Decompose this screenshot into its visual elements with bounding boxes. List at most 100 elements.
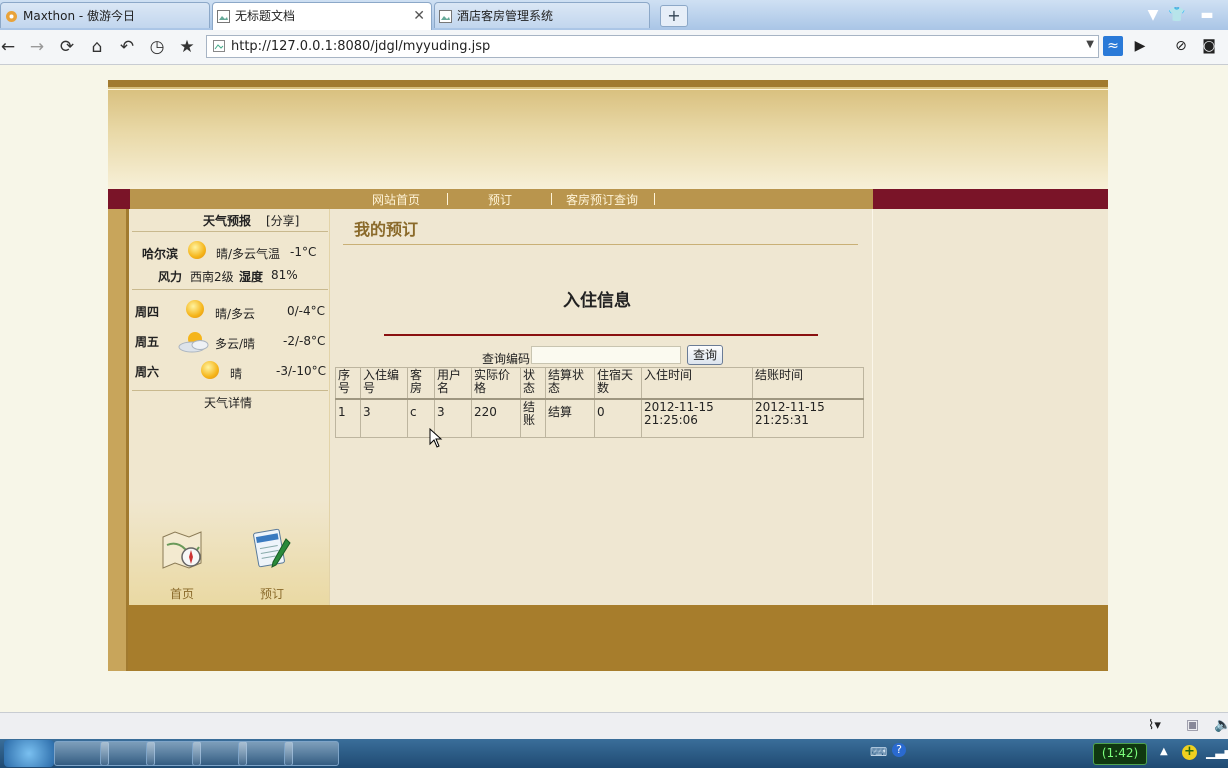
weather-city: 哈尔滨 (142, 247, 179, 261)
url-dropdown-icon[interactable]: ▼ (1086, 39, 1094, 50)
weather-day-desc: 晴/多云 (215, 307, 256, 321)
signal-icon[interactable]: ▁▃▅ (1206, 745, 1228, 759)
new-tab-button[interactable]: + (660, 5, 688, 27)
back-arrow-icon[interactable]: ← (0, 35, 20, 59)
taskbar-clock: (1:42) (1093, 743, 1147, 765)
page-icon (213, 40, 225, 52)
shirt-skin-icon[interactable]: 👕 (1166, 4, 1188, 26)
tab-label: 无标题文档 (235, 9, 296, 23)
help-icon[interactable]: ? (892, 743, 906, 757)
tab-maxthon[interactable]: Maxthon - 傲游今日 (0, 2, 210, 28)
mouse-cursor-icon (429, 428, 443, 448)
notepad-pen-icon[interactable] (248, 525, 296, 573)
column-header: 结账时间 (752, 367, 864, 400)
rss-wave-icon[interactable]: ≈ (1103, 36, 1123, 56)
table-cell: 220 (471, 398, 521, 438)
weather-today-temp: -1°C (290, 245, 317, 259)
tab-label: 酒店客房管理系统 (457, 9, 554, 23)
block-icon[interactable]: ⊘ (1170, 35, 1192, 57)
column-header: 入住时间 (641, 367, 753, 400)
forward-arrow-icon[interactable]: → (25, 35, 49, 59)
browser-status-bar (0, 712, 1228, 740)
content-right-divider (872, 209, 873, 605)
weather-title: 天气预报 (203, 214, 252, 228)
activity-graph-icon[interactable]: ⌇▾ (1148, 718, 1161, 733)
screenshot-icon[interactable]: ▣ (1186, 717, 1199, 733)
table-cell: 3 (360, 398, 408, 438)
table-cell: 2012-11-15 21:25:06 (641, 398, 753, 438)
weather-day-desc: 多云/晴 (215, 337, 256, 351)
query-button[interactable]: 查询 (687, 345, 723, 365)
column-header: 状态 (520, 367, 546, 400)
table-cell: 结账 (520, 398, 546, 438)
column-header: 入住编号 (360, 367, 408, 400)
table-header-row: 序号 入住编号 客房 用户名 实际价格 状态 结算状态 住宿天数 入住时间 结账… (335, 367, 864, 400)
column-header: 客房 (407, 367, 435, 400)
column-header: 实际价格 (471, 367, 521, 400)
weather-day-temp: -2/-8°C (283, 334, 326, 348)
undo-icon[interactable]: ↶ (115, 35, 139, 59)
menu-item-booking-query[interactable]: 客房预订查询 (566, 190, 638, 210)
title-underline (343, 244, 858, 245)
camera-icon[interactable]: ◙ (1198, 35, 1220, 57)
weather-today-desc: 晴/多云气温 (216, 247, 281, 261)
column-header: 用户名 (434, 367, 472, 400)
history-clock-icon[interactable]: ◷ (145, 35, 169, 59)
home-icon[interactable]: ⌂ (85, 35, 109, 59)
weather-wind-value: 西南2级 (190, 270, 234, 284)
tab-untitled[interactable]: 无标题文档 ✕ (212, 2, 432, 30)
weather-share-link[interactable]: [分享] (266, 212, 299, 229)
favorite-star-icon[interactable]: ★ (175, 35, 199, 59)
map-compass-icon[interactable] (159, 527, 207, 575)
weather-details-link[interactable]: 天气详情 (204, 394, 252, 411)
keyboard-icon[interactable]: ⌨ (870, 745, 887, 759)
taskbar-eclipse-icon[interactable] (284, 741, 339, 766)
refresh-icon[interactable]: ⟳ (55, 35, 79, 59)
sidebar-divider (329, 209, 330, 605)
weather-divider (132, 390, 328, 391)
tab-label: Maxthon - 傲游今日 (23, 9, 136, 23)
address-bar[interactable]: http://127.0.0.1:8080/jdgl/myyuding.jsp … (206, 35, 1099, 58)
header-top-strip (108, 80, 1108, 87)
table-cell: 0 (594, 398, 642, 438)
minimize-icon[interactable]: ▬ (1196, 4, 1218, 26)
start-button[interactable] (4, 740, 54, 767)
sun-icon (188, 241, 206, 259)
weather-day: 周五 (135, 335, 160, 349)
sun-icon (186, 300, 204, 318)
tray-expand-icon[interactable]: ▲ (1160, 746, 1168, 757)
menu-separator (447, 193, 448, 205)
menu-item-home[interactable]: 网站首页 (372, 190, 420, 210)
tray-add-icon[interactable]: + (1182, 745, 1197, 760)
query-code-input[interactable] (531, 346, 681, 364)
section-title: 入住信息 (563, 291, 631, 311)
page-title: 我的预订 (354, 220, 419, 239)
table-cell: 1 (335, 398, 361, 438)
weather-day: 周六 (135, 365, 160, 379)
maxthon-gear-icon (6, 11, 17, 22)
bottom-link-home[interactable]: 首页 (170, 585, 194, 602)
page-image-icon (217, 10, 230, 23)
url-text: http://127.0.0.1:8080/jdgl/myyuding.jsp (231, 39, 491, 54)
bottom-link-booking[interactable]: 预订 (260, 585, 284, 602)
go-play-icon[interactable]: ▶ (1129, 35, 1151, 57)
menu-item-booking[interactable]: 预订 (488, 190, 512, 210)
page-image-icon (439, 10, 452, 23)
menu-separator (654, 193, 655, 205)
sun-icon (201, 361, 219, 379)
column-header: 结算状态 (545, 367, 595, 400)
menu-separator (551, 193, 552, 205)
weather-day-temp: 0/-4°C (287, 304, 326, 318)
volume-icon[interactable]: 🔈 (1214, 717, 1228, 733)
page-container: 网站首页 预订 客房预订查询 天气预报 [分享] 哈尔滨 晴/多云气温 -1°C… (108, 80, 1108, 671)
table-row: 1 3 c 3 220 结账 结算 0 2012-11-15 21:25:06 … (335, 398, 864, 438)
chevron-down-icon[interactable]: ▼ (1142, 4, 1164, 26)
cloud-sun-icon (178, 332, 209, 353)
column-header: 住宿天数 (594, 367, 642, 400)
left-border-bar (108, 209, 128, 671)
table-cell: 2012-11-15 21:25:31 (752, 398, 864, 438)
weather-wind-label: 风力 (158, 270, 183, 284)
close-tab-icon[interactable]: ✕ (413, 3, 425, 29)
weather-day-temp: -3/-10°C (276, 364, 326, 378)
tab-hotel-system[interactable]: 酒店客房管理系统 (434, 2, 650, 28)
